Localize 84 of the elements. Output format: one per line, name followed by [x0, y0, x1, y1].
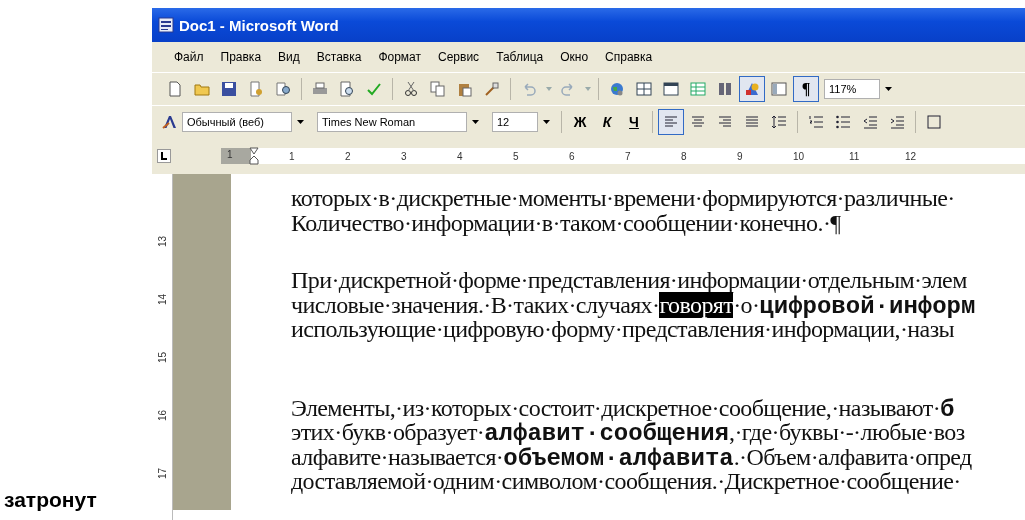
dropdown-arrow-icon[interactable]: [885, 87, 892, 91]
zoom-field[interactable]: 117%: [824, 79, 880, 99]
save-icon: [221, 81, 237, 97]
columns-icon: [717, 81, 733, 97]
indent-marker-icon[interactable]: [249, 147, 259, 165]
ruler-number: 15: [157, 350, 169, 363]
ruler-number: 4: [457, 150, 464, 162]
italic-button[interactable]: К: [594, 109, 620, 135]
menu-item[interactable]: Справка: [597, 50, 662, 64]
ruler-number: 14: [157, 292, 169, 305]
text-line: использующие·цифровую·форму·представления·информации,·назы: [291, 317, 955, 342]
table-icon: [663, 81, 679, 97]
text-line: этих·букв·образует·алфавит·сообщения,·где·буквы·-·любые·воз: [291, 420, 966, 445]
format-painter-icon: [484, 81, 500, 97]
menu-item[interactable]: Правка: [212, 50, 271, 64]
text-line: Количество·информации·в·таком·сообщении·конечно.·¶: [291, 210, 841, 235]
show-marks-button[interactable]: ¶: [793, 76, 819, 102]
menu-item[interactable]: Вставка: [308, 50, 371, 64]
indent-icon: [889, 114, 905, 130]
menu-item[interactable]: Сервис: [430, 50, 489, 64]
spreadsheet-icon: [690, 81, 706, 97]
ruler-number: 1: [289, 150, 296, 162]
caret-icon: [545, 87, 552, 91]
folder-icon: [194, 81, 210, 97]
ruler-number: 11: [849, 150, 861, 162]
document-icon: [158, 17, 174, 33]
bullets-icon: [835, 114, 851, 130]
ruler-number: 9: [737, 150, 744, 162]
ruler-number: 16: [157, 408, 169, 421]
ruler-number: 6: [569, 150, 576, 162]
tab-stop-icon[interactable]: [157, 149, 171, 163]
justify-icon: [744, 114, 760, 130]
window-title: Doc1 - Microsoft Word: [179, 16, 339, 34]
text-line: доставляемой·одним·символом·сообщения.·Дискретное·сообщение·: [291, 469, 961, 494]
drawing-button[interactable]: [739, 76, 765, 102]
table-grid-icon: [636, 81, 652, 97]
ruler-number: 2: [345, 150, 352, 162]
menu-item[interactable]: Формат: [370, 50, 431, 64]
drawing-icon: [744, 81, 760, 97]
ruler-number: 13: [157, 234, 169, 247]
new-document-icon: [167, 81, 183, 97]
dropdown-arrow-icon[interactable]: [472, 120, 479, 124]
border-icon: [926, 114, 942, 130]
menu-item[interactable]: Вид: [270, 50, 309, 64]
ruler-number: 3: [401, 150, 408, 162]
caption-text: затронут: [4, 488, 97, 512]
ruler-number: 5: [513, 150, 520, 162]
ruler-number: 7: [625, 150, 632, 162]
align-center-icon: [690, 114, 706, 130]
menu-item[interactable]: Окно: [552, 50, 598, 64]
ruler-number: 8: [681, 150, 688, 162]
menu-item[interactable]: Таблица: [488, 50, 553, 64]
text-line: Элементы,·из·которых·состоит·дискретное·сообщение,·называют·б: [291, 395, 956, 420]
undo-icon: [521, 81, 537, 97]
copy-icon: [430, 81, 446, 97]
align-left-button[interactable]: [658, 109, 684, 135]
styles-icon[interactable]: [162, 114, 178, 130]
menu-item[interactable]: Файл: [166, 50, 213, 64]
paste-icon: [457, 81, 473, 97]
dropdown-arrow-icon[interactable]: [297, 120, 304, 124]
ruler-number: 12: [905, 150, 918, 162]
text-line: алфавите·называется·объемом·алфавита.·Объем·алфавита·опред: [291, 444, 973, 469]
text-line: которых·в·дискретные·моменты·времени·формируются·различные·: [291, 186, 956, 211]
align-left-icon: [663, 114, 679, 130]
style-field[interactable]: Обычный (веб): [182, 112, 292, 132]
globe-icon: [609, 81, 625, 97]
align-right-icon: [717, 114, 733, 130]
bold-button[interactable]: Ж: [567, 109, 593, 135]
line-spacing-icon: [771, 114, 787, 130]
redo-icon: [560, 81, 576, 97]
numbering-icon: [808, 114, 824, 130]
underline-button[interactable]: Ч: [621, 109, 647, 135]
ruler-number: 10: [793, 150, 806, 162]
caret-icon: [584, 87, 591, 91]
print-preview-icon: [339, 81, 355, 97]
dropdown-arrow-icon[interactable]: [543, 120, 550, 124]
printer-icon: [312, 81, 328, 97]
outdent-icon: [862, 114, 878, 130]
font-size-field[interactable]: 12: [492, 112, 538, 132]
font-field[interactable]: Times New Roman: [317, 112, 467, 132]
ruler-number: 17: [157, 466, 169, 479]
ruler-number: 1: [227, 149, 233, 160]
text-line: При·дискретной·форме·представления·информации·отдельным·элем: [291, 268, 968, 293]
scissors-icon: [403, 81, 419, 97]
